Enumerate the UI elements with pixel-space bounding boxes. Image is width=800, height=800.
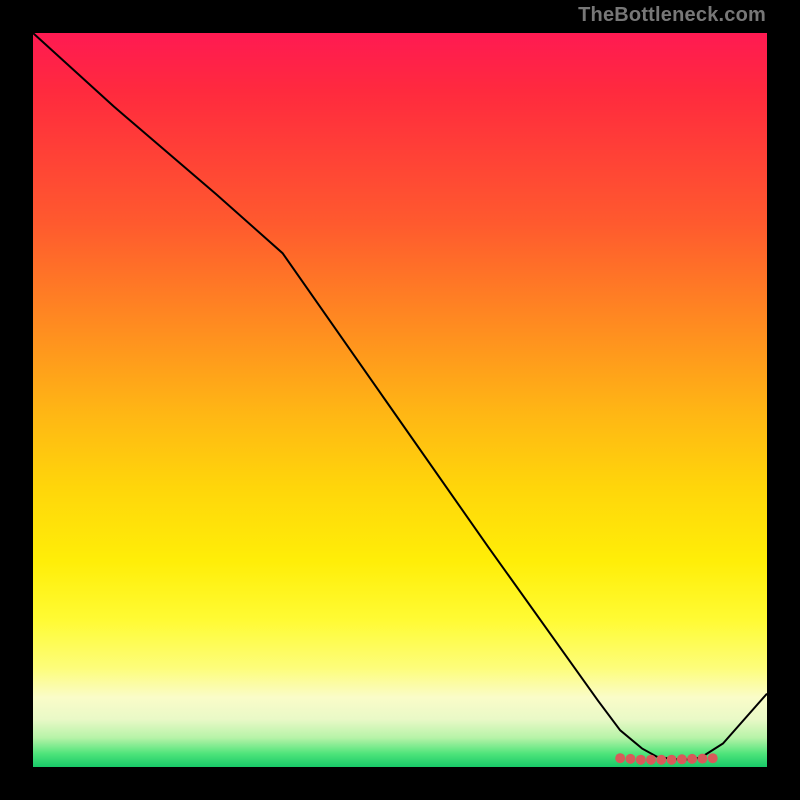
chart-marker [667, 755, 677, 765]
plot-area [33, 33, 767, 767]
chart-marker [636, 755, 646, 765]
chart-marker [677, 754, 687, 764]
chart-marker [697, 754, 707, 764]
chart-marker [656, 755, 666, 765]
chart-marker [646, 755, 656, 765]
watermark-text: TheBottleneck.com [578, 4, 766, 27]
chart-marker [687, 754, 697, 764]
chart-marker [615, 753, 625, 763]
chart-marker [708, 753, 718, 763]
chart-svg [33, 33, 767, 767]
chart-marker [626, 754, 636, 764]
chart-container: TheBottleneck.com [0, 0, 800, 800]
chart-line [33, 33, 767, 760]
